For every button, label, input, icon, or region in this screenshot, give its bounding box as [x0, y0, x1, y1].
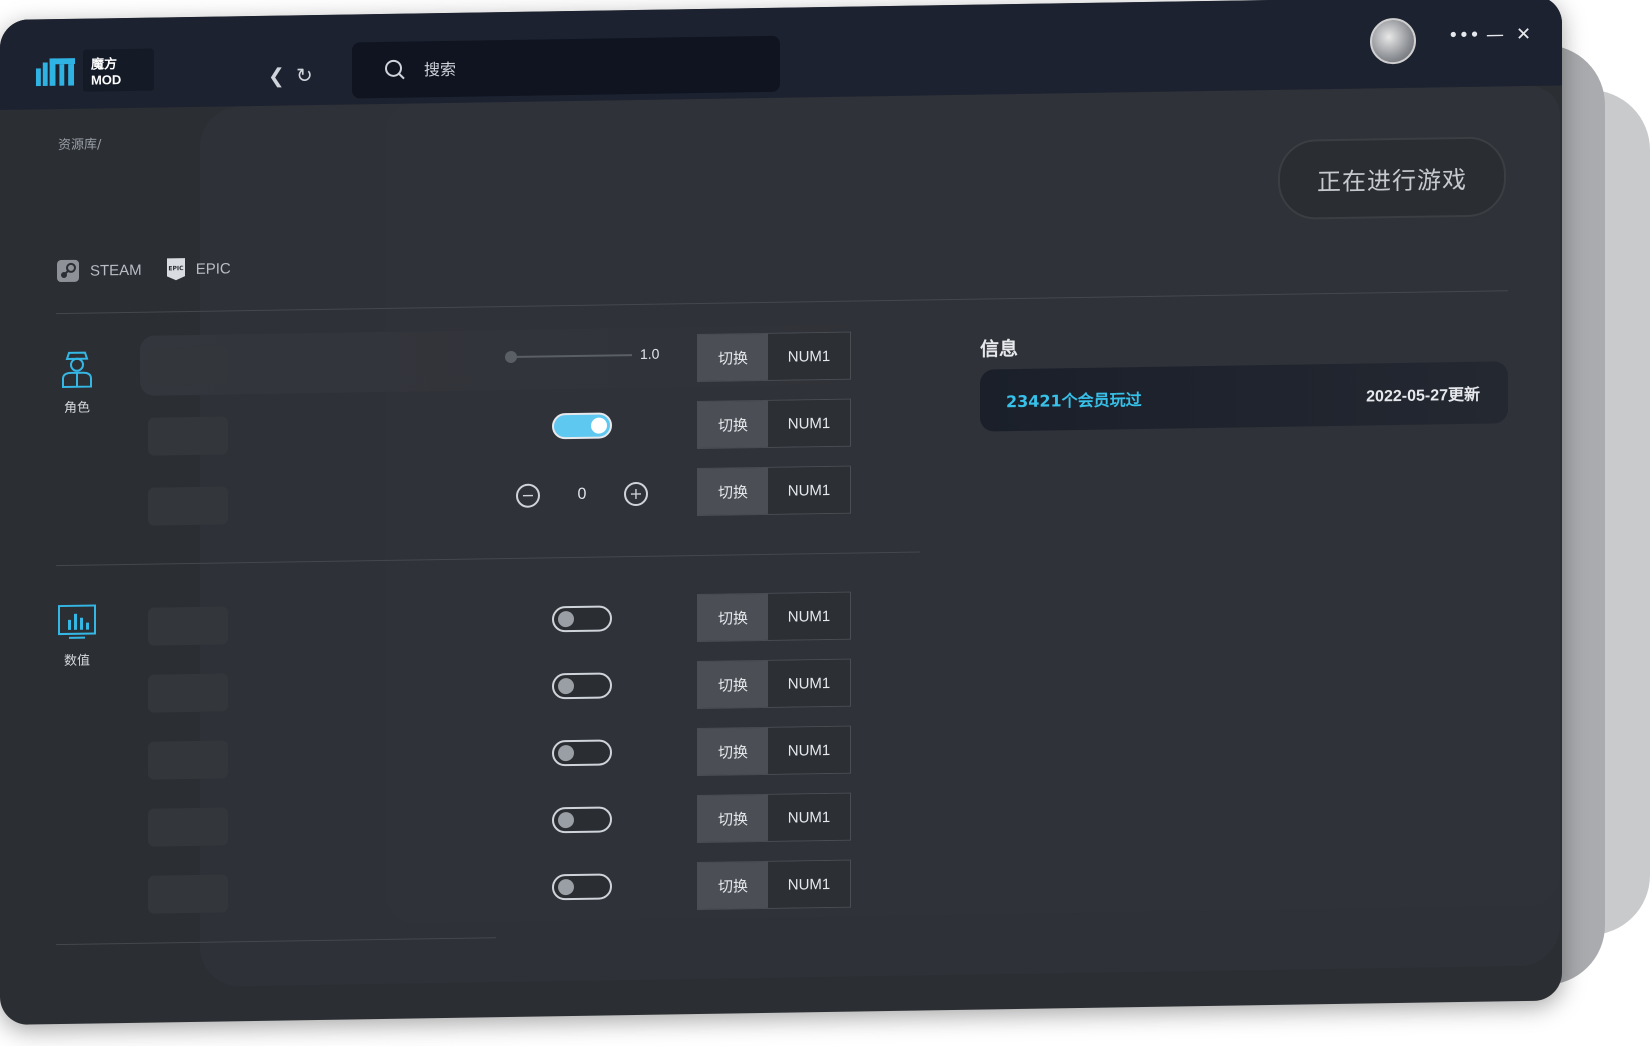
keybind: 切换 NUM1: [697, 658, 851, 710]
category-stats[interactable]: 数值: [52, 603, 102, 669]
app-window: 魔方MOD ❮ ↻ ••• — ✕ 资源库/ 正在进行游戏 STEAM: [0, 0, 1562, 1025]
row-label-placeholder: [148, 807, 228, 847]
quantity-stepper: − 0 +: [516, 481, 648, 508]
playing-game-button[interactable]: 正在进行游戏: [1278, 136, 1506, 220]
switch-button[interactable]: 切换: [698, 400, 768, 449]
avatar[interactable]: [1370, 17, 1416, 65]
app-logo[interactable]: 魔方MOD: [34, 48, 154, 92]
refresh-icon[interactable]: ↻: [296, 63, 313, 87]
update-date: 2022-05-27更新: [1366, 386, 1480, 406]
breadcrumb[interactable]: 资源库/: [58, 133, 101, 153]
platform-tabs: STEAM EPIC EPIC: [56, 256, 255, 283]
slider-value: 1.0: [640, 345, 660, 362]
keybind: 切换 NUM1: [697, 792, 851, 844]
hotkey-button[interactable]: NUM1: [768, 726, 850, 774]
category-label: 数值: [63, 653, 90, 669]
hotkey-button[interactable]: NUM1: [768, 399, 850, 447]
keybind: 切换 NUM1: [697, 398, 851, 450]
switch-button[interactable]: 切换: [698, 467, 768, 516]
keybind: 切换 NUM1: [697, 859, 851, 911]
platform-epic[interactable]: EPIC EPIC: [166, 256, 231, 281]
plus-icon[interactable]: +: [624, 481, 648, 507]
info-title: 信息: [980, 338, 1019, 361]
svg-text:EPIC: EPIC: [168, 265, 184, 272]
keybind: 切换 NUM1: [697, 331, 851, 383]
hotkey-button[interactable]: NUM1: [768, 659, 850, 707]
more-icon[interactable]: •••: [1448, 25, 1480, 47]
epic-icon: EPIC: [166, 258, 185, 281]
switch-button[interactable]: 切换: [698, 593, 768, 642]
row-label-placeholder: [148, 416, 228, 456]
switch-button[interactable]: 切换: [698, 333, 768, 382]
steam-icon: [57, 259, 79, 283]
keybind: 切换 NUM1: [697, 465, 851, 517]
stats-chart-icon: [58, 604, 96, 639]
category-character[interactable]: 角色: [52, 348, 102, 416]
hotkey-button[interactable]: NUM1: [768, 860, 850, 908]
toggle-knob: [558, 878, 574, 896]
minimize-icon[interactable]: —: [1486, 24, 1504, 45]
player-count: 23421个会员玩过: [1006, 390, 1142, 412]
platform-steam[interactable]: STEAM: [56, 258, 142, 283]
back-icon[interactable]: ❮: [268, 64, 285, 88]
toggle-knob: [558, 610, 574, 628]
switch-button[interactable]: 切换: [698, 727, 768, 776]
row-label-placeholder: [148, 486, 228, 526]
platform-label: STEAM: [90, 261, 142, 280]
toggle-knob: [591, 417, 607, 434]
toggle-switch[interactable]: [552, 672, 612, 700]
row-label-placeholder: [148, 606, 228, 646]
toggle-switch[interactable]: [552, 873, 612, 901]
keybind: 切换 NUM1: [697, 725, 851, 777]
switch-button[interactable]: 切换: [698, 660, 768, 709]
row-label-placeholder: [148, 874, 228, 914]
close-icon[interactable]: ✕: [1516, 24, 1531, 45]
platform-label: EPIC: [195, 259, 231, 278]
category-label: 角色: [63, 400, 90, 416]
switch-button[interactable]: 切换: [698, 861, 768, 910]
hotkey-button[interactable]: NUM1: [768, 592, 850, 640]
toggle-knob: [558, 744, 574, 762]
hotkey-button[interactable]: NUM1: [768, 332, 850, 380]
info-card: 23421个会员玩过 2022-05-27更新: [980, 361, 1508, 432]
hotkey-button[interactable]: NUM1: [768, 793, 850, 841]
toggle-switch[interactable]: [552, 412, 612, 440]
hotkey-button[interactable]: NUM1: [768, 466, 850, 514]
search-input[interactable]: [422, 54, 726, 80]
stepper-value: 0: [577, 485, 587, 503]
toggle-switch[interactable]: [552, 806, 612, 834]
row-label-placeholder: [148, 673, 228, 713]
toggle-switch[interactable]: [552, 739, 612, 767]
character-icon: [62, 351, 92, 389]
search-icon: [385, 59, 405, 80]
switch-button[interactable]: 切换: [698, 794, 768, 843]
logo-mark-icon: [35, 58, 76, 87]
row-label-placeholder: [148, 346, 228, 386]
search-bar[interactable]: [352, 35, 780, 99]
minus-icon[interactable]: −: [516, 483, 540, 508]
logo-text: 魔方MOD: [82, 48, 154, 92]
toggle-knob: [558, 811, 574, 829]
toggle-switch[interactable]: [552, 605, 612, 633]
row-label-placeholder: [148, 740, 228, 780]
toggle-knob: [558, 677, 574, 695]
keybind: 切换 NUM1: [697, 591, 851, 643]
